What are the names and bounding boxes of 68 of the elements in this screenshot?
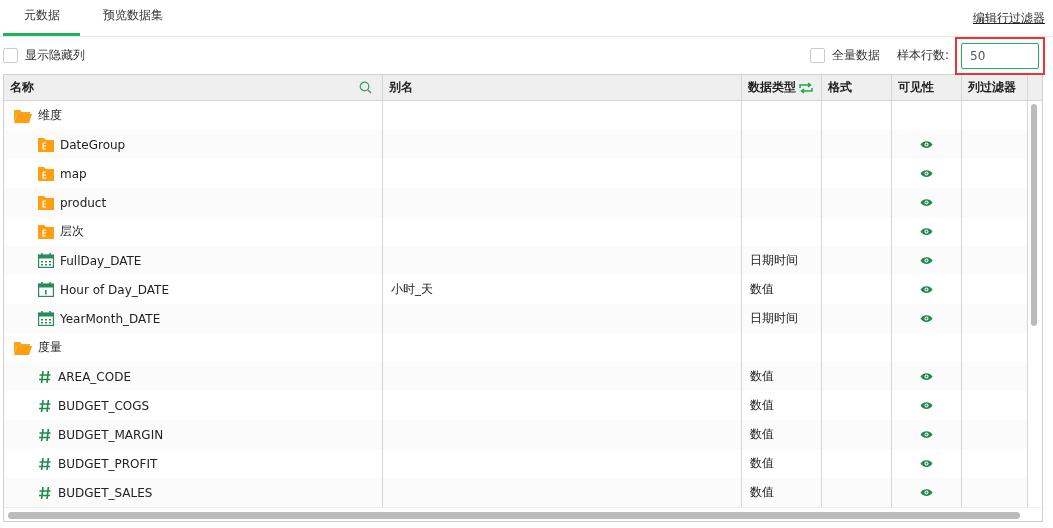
field-name[interactable]: YearMonth_DATE bbox=[60, 311, 161, 326]
eye-icon[interactable] bbox=[920, 488, 933, 497]
sample-rows-field[interactable]: 50 bbox=[961, 42, 1039, 69]
field-name[interactable]: product bbox=[60, 195, 107, 210]
eye-icon[interactable] bbox=[920, 430, 933, 439]
hierarchy-folder-icon bbox=[38, 195, 54, 210]
hash-icon bbox=[38, 427, 52, 442]
search-icon[interactable] bbox=[359, 81, 372, 94]
field-name[interactable]: FullDay_DATE bbox=[60, 253, 142, 268]
data-type-text: 数值 bbox=[750, 368, 774, 385]
column-header[interactable]: 列过滤器 bbox=[962, 75, 1028, 100]
sample-rows-label: 样本行数: bbox=[896, 47, 949, 64]
field-name[interactable]: BUDGET_SALES bbox=[58, 485, 153, 500]
data-type-text: 数值 bbox=[750, 455, 774, 472]
field-name[interactable]: DateGroup bbox=[60, 137, 126, 152]
field-name[interactable]: BUDGET_COGS bbox=[58, 398, 150, 413]
eye-icon[interactable] bbox=[920, 401, 933, 410]
field-name[interactable]: AREA_CODE bbox=[58, 369, 131, 384]
eye-icon[interactable] bbox=[920, 169, 933, 178]
tab[interactable]: 预览数据集 bbox=[80, 0, 185, 36]
eye-icon[interactable] bbox=[920, 459, 933, 468]
checkbox-label: 显示隐藏列 bbox=[25, 47, 85, 64]
calendar-icon bbox=[38, 311, 54, 326]
column-header[interactable]: 可见性 bbox=[892, 75, 962, 100]
eye-icon[interactable] bbox=[920, 285, 933, 294]
hierarchy-folder-icon bbox=[38, 137, 54, 152]
column-header[interactable]: 别名 bbox=[383, 75, 742, 100]
field-name[interactable]: BUDGET_PROFIT bbox=[58, 456, 158, 471]
field-name[interactable]: map bbox=[60, 166, 87, 181]
tab[interactable]: 元数据 bbox=[3, 0, 80, 36]
vertical-scrollbar[interactable] bbox=[1031, 104, 1037, 326]
hash-icon bbox=[38, 485, 52, 500]
column-header[interactable]: 格式 bbox=[822, 75, 892, 100]
data-type-text: 数值 bbox=[750, 281, 774, 298]
eye-icon[interactable] bbox=[920, 256, 933, 265]
group-name[interactable]: 度量 bbox=[38, 339, 62, 356]
alias-text: 小时_天 bbox=[391, 281, 433, 298]
data-type-text: 数值 bbox=[750, 426, 774, 443]
eye-icon[interactable] bbox=[920, 372, 933, 381]
horizontal-scrollbar[interactable] bbox=[8, 512, 1020, 519]
field-name[interactable]: BUDGET_MARGIN bbox=[58, 427, 164, 442]
data-type-text: 日期时间 bbox=[750, 252, 798, 269]
checkbox[interactable] bbox=[3, 48, 18, 63]
eye-icon[interactable] bbox=[920, 314, 933, 323]
hash-icon bbox=[38, 369, 52, 384]
eye-icon[interactable] bbox=[920, 227, 933, 236]
column-header[interactable]: 名称 bbox=[4, 75, 383, 100]
data-type-text: 数值 bbox=[750, 484, 774, 501]
field-name[interactable]: Hour of Day_DATE bbox=[60, 282, 169, 297]
field-name[interactable]: 层次 bbox=[60, 223, 84, 240]
hierarchy-folder-icon bbox=[38, 224, 54, 239]
eye-icon[interactable] bbox=[920, 140, 933, 149]
hash-icon bbox=[38, 398, 52, 413]
folder-icon bbox=[14, 108, 32, 123]
hierarchy-folder-icon bbox=[38, 166, 54, 181]
calendar-icon bbox=[38, 282, 54, 297]
group-name[interactable]: 维度 bbox=[38, 107, 62, 124]
hash-icon bbox=[38, 456, 52, 471]
checkbox-label: 全量数据 bbox=[831, 47, 880, 64]
calendar-icon bbox=[38, 253, 54, 268]
data-type-text: 数值 bbox=[750, 397, 774, 414]
swap-icon[interactable] bbox=[799, 81, 813, 94]
data-type-text: 日期时间 bbox=[750, 310, 798, 327]
checkbox[interactable] bbox=[809, 48, 825, 63]
column-header[interactable]: 数据类型 bbox=[742, 75, 822, 100]
folder-icon bbox=[14, 340, 32, 355]
edit-row-filter-link[interactable]: 编辑行过滤器 bbox=[973, 10, 1045, 27]
eye-icon[interactable] bbox=[920, 198, 933, 207]
